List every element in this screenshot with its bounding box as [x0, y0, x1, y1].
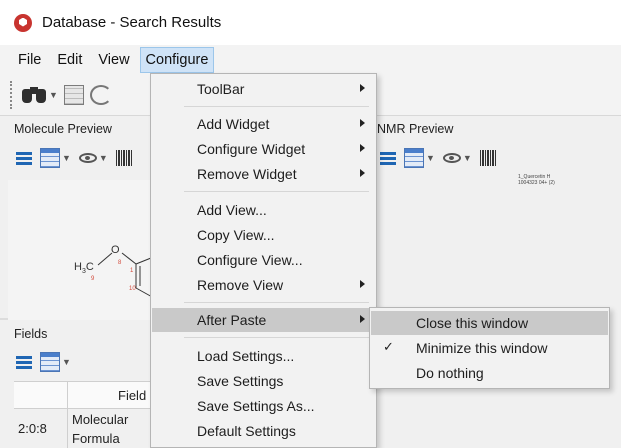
submenu-arrow-icon — [360, 119, 365, 127]
table-row-value-line1[interactable]: Molecular — [72, 412, 128, 427]
grid-table-icon[interactable] — [40, 148, 60, 168]
hamburger-icon[interactable] — [380, 151, 396, 165]
atom-index-8: 8 — [118, 260, 122, 266]
submenu-arrow-icon — [360, 144, 365, 152]
menu-item-save-settings[interactable]: Save Settings — [152, 369, 375, 393]
menu-bar: File Edit View Configure — [0, 45, 621, 75]
menu-item-add-widget[interactable]: Add Widget — [152, 112, 375, 136]
barcode-icon[interactable] — [479, 150, 496, 166]
nmr-preview-toolbar: ▼ ▼ — [380, 148, 496, 168]
submenu-arrow-icon — [360, 169, 365, 177]
fields-title: Fields — [14, 327, 48, 341]
methyl-label: H3C — [74, 261, 94, 276]
menu-item-toolbar[interactable]: ToolBar — [152, 77, 375, 101]
search-button[interactable]: ▼ — [21, 85, 58, 105]
table-row-value-line2[interactable]: Formula — [72, 431, 120, 446]
table-row-id[interactable]: 2:0:8 — [18, 421, 47, 436]
menu-separator — [184, 337, 369, 338]
table-view-button[interactable] — [63, 85, 84, 105]
submenu-item-close-window[interactable]: Close this window — [371, 311, 608, 335]
barcode-icon[interactable] — [115, 150, 132, 166]
menu-item-load-settings[interactable]: Load Settings... — [152, 344, 375, 368]
chevron-down-icon[interactable]: ▼ — [49, 90, 58, 100]
oxygen-label: O — [111, 244, 120, 256]
ring-search-button[interactable] — [89, 85, 112, 105]
atom-index-9: 9 — [91, 276, 95, 282]
grid-table-icon — [63, 85, 84, 105]
menu-separator — [184, 106, 369, 107]
window-title: Database - Search Results — [42, 14, 222, 31]
binoculars-icon — [21, 85, 47, 105]
menu-view[interactable]: View — [92, 47, 135, 73]
chevron-down-icon[interactable]: ▼ — [62, 153, 71, 163]
nmr-canvas[interactable]: 1_Quercetin H 1004323 04+ (2) — [376, 170, 616, 310]
configure-menu: ToolBar Add Widget Configure Widget Remo… — [150, 73, 377, 448]
fields-table: Field 2:0:8 Molecular Formula — [14, 381, 160, 448]
menu-separator — [184, 302, 369, 303]
menu-item-default-settings[interactable]: Default Settings — [152, 419, 375, 443]
atom-index-10: 10 — [129, 286, 136, 292]
menu-item-copy-view[interactable]: Copy View... — [152, 223, 375, 247]
fields-toolbar: ▼ — [16, 352, 71, 372]
check-icon: ✓ — [383, 339, 394, 354]
menu-item-remove-widget[interactable]: Remove Widget — [152, 162, 375, 186]
submenu-arrow-icon — [360, 84, 365, 92]
chevron-down-icon[interactable]: ▼ — [463, 153, 472, 163]
menu-item-remove-view[interactable]: Remove View — [152, 273, 375, 297]
hamburger-icon[interactable] — [16, 355, 32, 369]
column-header-field[interactable]: Field — [118, 388, 146, 403]
nmr-preview-title: NMR Preview — [377, 122, 454, 136]
menu-item-add-view[interactable]: Add View... — [152, 198, 375, 222]
eye-icon[interactable] — [442, 153, 461, 163]
molecule-preview-toolbar: ▼ ▼ — [16, 148, 132, 168]
hamburger-icon[interactable] — [16, 151, 32, 165]
toolbar-grip[interactable] — [10, 81, 13, 109]
menu-separator — [184, 191, 369, 192]
title-bar: Database - Search Results — [0, 0, 621, 45]
submenu-arrow-icon — [360, 315, 365, 323]
menu-item-after-paste[interactable]: After Paste — [152, 308, 375, 332]
menu-edit[interactable]: Edit — [51, 47, 88, 73]
eye-icon[interactable] — [78, 153, 97, 163]
submenu-item-minimize-window[interactable]: ✓ Minimize this window — [371, 336, 608, 360]
after-paste-submenu: Close this window ✓ Minimize this window… — [369, 307, 610, 389]
database-app-icon — [14, 13, 32, 32]
ring-search-icon — [89, 85, 112, 105]
grid-table-icon[interactable] — [404, 148, 424, 168]
menu-item-save-settings-as[interactable]: Save Settings As... — [152, 394, 375, 418]
submenu-item-do-nothing[interactable]: Do nothing — [371, 361, 608, 385]
column-divider — [67, 382, 68, 448]
menu-item-configure-view[interactable]: Configure View... — [152, 248, 375, 272]
molecule-preview-title: Molecule Preview — [14, 122, 112, 136]
atom-index-1: 1 — [130, 268, 134, 274]
chevron-down-icon[interactable]: ▼ — [99, 153, 108, 163]
menu-configure[interactable]: Configure — [139, 47, 215, 73]
menu-item-configure-widget[interactable]: Configure Widget — [152, 137, 375, 161]
menu-file[interactable]: File — [12, 47, 47, 73]
grid-table-icon[interactable] — [40, 352, 60, 372]
chevron-down-icon[interactable]: ▼ — [62, 357, 71, 367]
submenu-arrow-icon — [360, 280, 365, 288]
chevron-down-icon[interactable]: ▼ — [426, 153, 435, 163]
nmr-caption: 1_Quercetin H 1004323 04+ (2) — [518, 174, 555, 186]
